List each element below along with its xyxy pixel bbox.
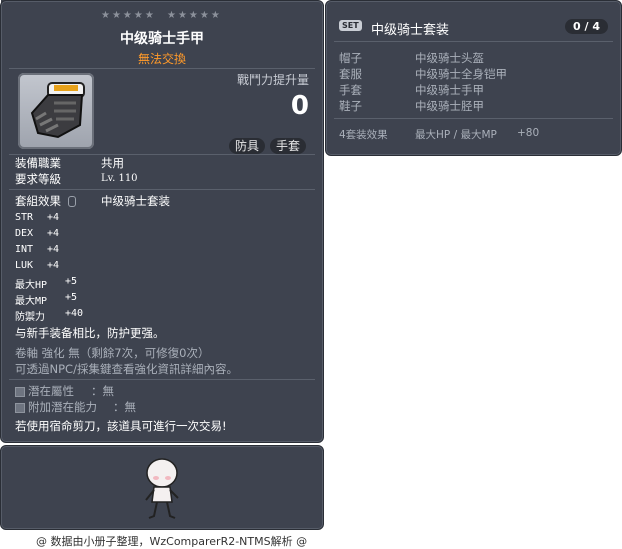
compare-text: 与新手装备相比，防护更强。 xyxy=(15,326,165,340)
divider xyxy=(9,154,315,155)
divider xyxy=(334,41,613,42)
stat-row: STR +4 xyxy=(15,212,59,223)
divider xyxy=(9,379,315,380)
stat-value: +4 xyxy=(47,244,60,255)
item-title: 中级骑士手甲 xyxy=(120,31,204,47)
stat-row: 最大MP +5 xyxy=(15,292,77,307)
stat-row: LUK +4 xyxy=(15,260,59,271)
set-effect-label: 套組效果 xyxy=(15,194,61,208)
divider xyxy=(334,118,613,119)
stat-name: STR xyxy=(15,212,34,223)
set-item-row: 帽子 中级骑士头盔 xyxy=(339,50,484,66)
potential-label: 潛在屬性 xyxy=(28,384,74,398)
star-rating-right: ★★★★★ xyxy=(167,10,222,21)
mouse-icon xyxy=(67,196,76,207)
scroll-info-text: 卷軸 強化 無（剩餘7次，可修復0次） xyxy=(15,346,210,360)
set-effect-stat: 最大HP / 最大MP xyxy=(415,129,497,141)
bonus-potential-value: ：無 xyxy=(113,400,136,414)
job-row: 装備職業 共用 xyxy=(15,156,124,170)
stat-value: +4 xyxy=(47,260,60,271)
stat-value: +4 xyxy=(47,228,60,239)
item-icon-frame xyxy=(18,73,94,149)
set-effect-row: 4套装效果 最大HP / 最大MP +80 xyxy=(339,127,539,142)
set-title: 中级骑士套装 xyxy=(371,23,450,38)
potential-row: 潛在屬性 ：無 xyxy=(15,384,114,398)
set-effect-value: 中级骑士套装 xyxy=(101,194,170,208)
stat-value: +40 xyxy=(65,308,84,319)
set-item-row: 套服 中级骑士全身铠甲 xyxy=(339,66,507,82)
item-tooltip-panel: ★★★★★ ★★★★★ 中级骑士手甲 無法交換 戰鬥力提升量 0 防具 手套 装… xyxy=(0,0,324,443)
potential-value: ：無 xyxy=(91,384,114,398)
stat-name: DEX xyxy=(15,228,34,239)
bonus-potential-row: 附加潛在能力 ：無 xyxy=(15,400,136,414)
set-item-row: 手套 中级骑士手甲 xyxy=(339,82,484,98)
bonus-potential-bullet-icon xyxy=(15,402,25,413)
set-effect-label: 4套装效果 xyxy=(339,129,388,141)
combat-power-label: 戰鬥力提升量 xyxy=(236,73,309,87)
scissors-text: 若使用宿命剪刀，該道具可進行一次交易! xyxy=(15,419,227,433)
tag-gloves: 手套 xyxy=(270,138,307,154)
stat-row: INT +4 xyxy=(15,244,59,255)
tag-armor: 防具 xyxy=(229,138,266,154)
stat-value: +5 xyxy=(65,292,78,303)
divider xyxy=(9,189,315,190)
set-count-badge: 0 / 4 xyxy=(565,19,608,34)
set-info-panel: SET 中级骑士套装 0 / 4 帽子 中级骑士头盔 套服 中级骑士全身铠甲 手套中… xyxy=(325,0,622,156)
stat-value: +5 xyxy=(65,276,78,287)
stat-name: 最大MP xyxy=(15,296,48,307)
set-item-slot: 鞋子 xyxy=(339,99,362,113)
set-item-slot: 帽子 xyxy=(339,51,362,65)
set-item-slot: 手套 xyxy=(339,83,362,97)
level-value: Lv. 110 xyxy=(101,173,138,184)
level-label: 要求等級 xyxy=(15,172,61,186)
job-value: 共用 xyxy=(101,156,124,170)
divider xyxy=(9,68,315,69)
set-item-slot: 套服 xyxy=(339,67,362,81)
stat-row: 防禦力 +40 xyxy=(15,308,83,323)
npc-info-text: 可透過NPC/採集鍵查看強化資訊詳細內容。 xyxy=(15,362,238,376)
glove-icon xyxy=(30,82,85,139)
stat-name: 最大HP xyxy=(15,280,48,291)
untradable-label: 無法交換 xyxy=(137,52,186,66)
set-item-name: 中级骑士胫甲 xyxy=(415,99,484,113)
set-item-name: 中级骑士全身铠甲 xyxy=(415,67,507,81)
set-item-name: 中级骑士手甲 xyxy=(415,83,484,97)
stat-value: +4 xyxy=(47,212,60,223)
stat-name: INT xyxy=(15,244,34,255)
stat-name: LUK xyxy=(15,260,34,271)
level-row: 要求等級 Lv. 110 xyxy=(15,172,138,186)
job-label: 装備職業 xyxy=(15,156,61,170)
star-rating-left: ★★★★★ xyxy=(101,10,156,21)
potential-bullet-icon xyxy=(15,386,25,397)
bonus-potential-label: 附加潛在能力 xyxy=(28,400,97,414)
set-item-row: 鞋子 中级骑士胫甲 xyxy=(339,98,484,114)
set-effect-row: 套組效果 中级骑士套装 xyxy=(15,194,170,208)
set-badge-icon: SET xyxy=(339,20,362,31)
combat-power-value: 0 xyxy=(290,91,309,121)
stat-name: 防禦力 xyxy=(15,312,45,323)
stat-row: DEX +4 xyxy=(15,228,59,239)
stat-row: 最大HP +5 xyxy=(15,276,77,291)
set-item-name: 中级骑士头盔 xyxy=(415,51,484,65)
set-effect-value: +80 xyxy=(517,127,540,139)
character-avatar-icon xyxy=(145,458,179,519)
